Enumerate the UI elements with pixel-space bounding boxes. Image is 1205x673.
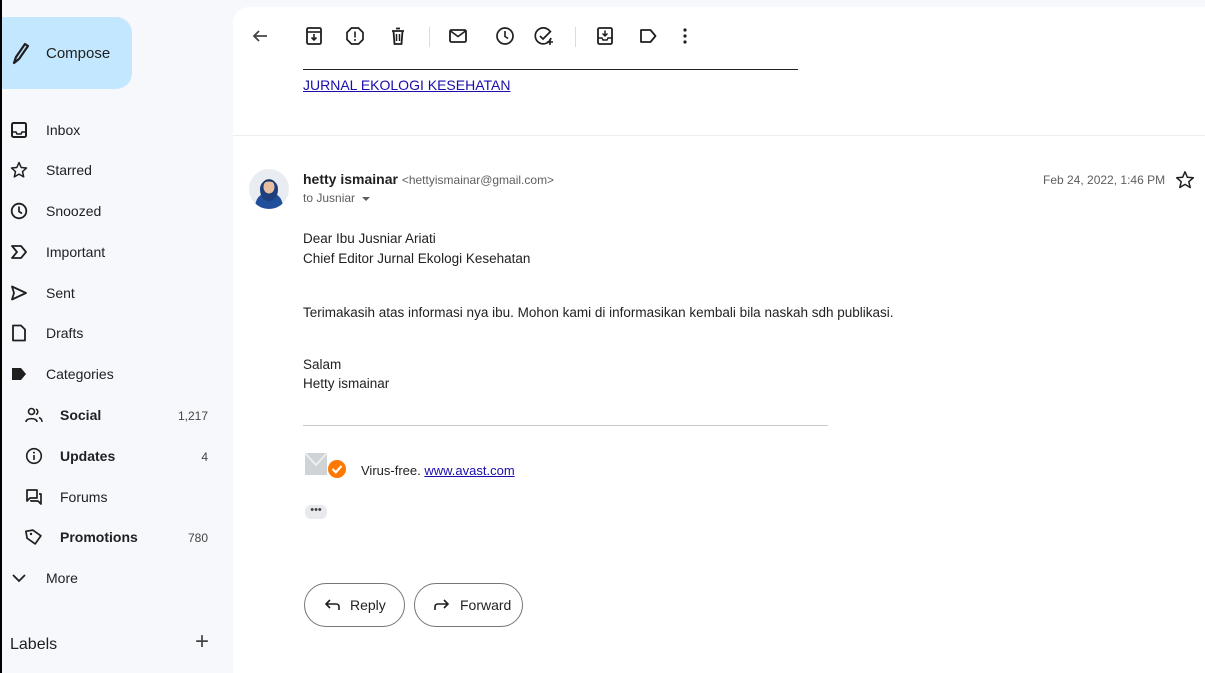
sidebar-item-sent[interactable]: Sent [2,277,220,309]
sidebar-item-categories[interactable]: Categories [2,358,220,390]
sidebar-item-updates[interactable]: Updates 4 [2,440,220,472]
recipient-label: to Jusniar [303,191,356,205]
sidebar: Compose Inbox Starred Snoozed Important … [0,0,232,673]
forward-icon [434,599,450,610]
body-line: Chief Editor Jurnal Ekologi Kesehatan [303,251,531,266]
sidebar-item-label: Social [60,407,102,423]
trash-icon[interactable] [387,25,409,47]
unread-count: 4 [201,450,208,464]
sidebar-item-label: Drafts [46,325,84,341]
reply-button[interactable]: Reply [304,583,405,627]
forward-label: Forward [460,597,512,613]
star-icon[interactable] [1175,170,1195,190]
forward-button[interactable]: Forward [414,583,523,627]
move-to-icon[interactable] [594,25,616,47]
arrow-left-icon[interactable] [249,25,271,47]
compose-button[interactable]: Compose [2,17,132,89]
tag-icon [25,529,42,545]
envelope-icon[interactable] [447,25,469,47]
sidebar-item-label: Inbox [46,122,81,138]
labels-heading: Labels [10,636,58,653]
sidebar-item-important[interactable]: Important [2,236,220,268]
sidebar-item-starred[interactable]: Starred [2,154,220,186]
sidebar-item-drafts[interactable]: Drafts [2,317,220,349]
sidebar-item-label: Promotions [60,529,138,545]
message-toolbar [233,7,1205,63]
info-icon [25,447,43,465]
sender-name[interactable]: hetty ismainar [303,171,398,187]
send-icon [11,285,27,301]
inbox-icon [11,122,27,138]
body-line: Hetty ismainar [303,376,390,391]
sidebar-item-snoozed[interactable]: Snoozed [2,195,220,227]
sender-info: hetty ismainar <hettyismainar@gmail.com> [303,171,554,187]
sidebar-item-label: Categories [46,366,114,382]
subject-divider [303,69,798,70]
sidebar-item-label: Sent [46,285,75,301]
archive-icon[interactable] [303,25,325,47]
body-line: Salam [303,357,342,372]
sidebar-item-label: Forums [60,489,108,505]
show-trimmed-content-button[interactable]: ••• [305,505,327,519]
people-icon [25,407,43,423]
unread-count: 780 [187,531,208,545]
report-spam-icon[interactable] [344,25,366,47]
sidebar-item-label: Starred [46,162,92,178]
header-divider [233,135,1205,136]
sidebar-item-inbox[interactable]: Inbox [2,114,220,146]
pencil-icon [12,42,30,65]
body-line: Dear Ibu Jusniar Ariati [303,231,436,246]
recipient-details-toggle[interactable]: to Jusniar [303,191,371,205]
clock-icon[interactable] [494,25,516,47]
label-icon[interactable] [637,25,659,47]
add-task-icon[interactable] [533,25,555,47]
label-filled-icon [12,368,26,380]
subject-link[interactable]: JURNAL EKOLOGI KESEHATAN [303,77,510,93]
sidebar-item-label: Updates [60,448,116,464]
reply-icon [324,599,340,610]
avast-envelope-icon [305,452,346,478]
more-vertical-icon[interactable] [674,25,696,47]
toolbar-divider [575,27,576,47]
sidebar-item-forums[interactable]: Forums [2,481,220,513]
avast-prefix: Virus-free. [361,463,421,478]
forum-icon [26,489,42,505]
avast-signature: Virus-free. www.avast.com [361,463,515,478]
sidebar-item-promotions[interactable]: Promotions 780 [2,521,220,553]
avast-link[interactable]: www.avast.com [424,463,514,478]
sender-avatar[interactable] [249,169,289,209]
compose-label: Compose [46,45,111,62]
signature-divider [303,425,828,426]
reply-label: Reply [350,597,386,613]
unread-count: 1,217 [177,409,208,423]
message-pane: JURNAL EKOLOGI KESEHATAN hetty ismainar … [233,7,1205,673]
draft-file-icon [12,324,26,342]
important-icon [11,245,27,259]
chevron-down-icon [12,574,26,583]
toolbar-divider [429,27,430,47]
sender-email: <hettyismainar@gmail.com> [401,173,555,187]
add-label-button[interactable]: + [195,630,209,654]
clock-icon [10,202,28,220]
sidebar-item-social[interactable]: Social 1,217 [2,399,220,431]
caret-down-icon [362,196,371,201]
sidebar-item-more[interactable]: More [2,562,220,594]
star-icon [10,161,28,178]
sidebar-item-label: Important [46,244,106,260]
body-line: Terimakasih atas informasi nya ibu. Moho… [303,305,894,320]
sidebar-item-label: More [46,570,78,586]
message-date: Feb 24, 2022, 1:46 PM [1043,173,1166,187]
sidebar-item-label: Snoozed [46,203,102,219]
